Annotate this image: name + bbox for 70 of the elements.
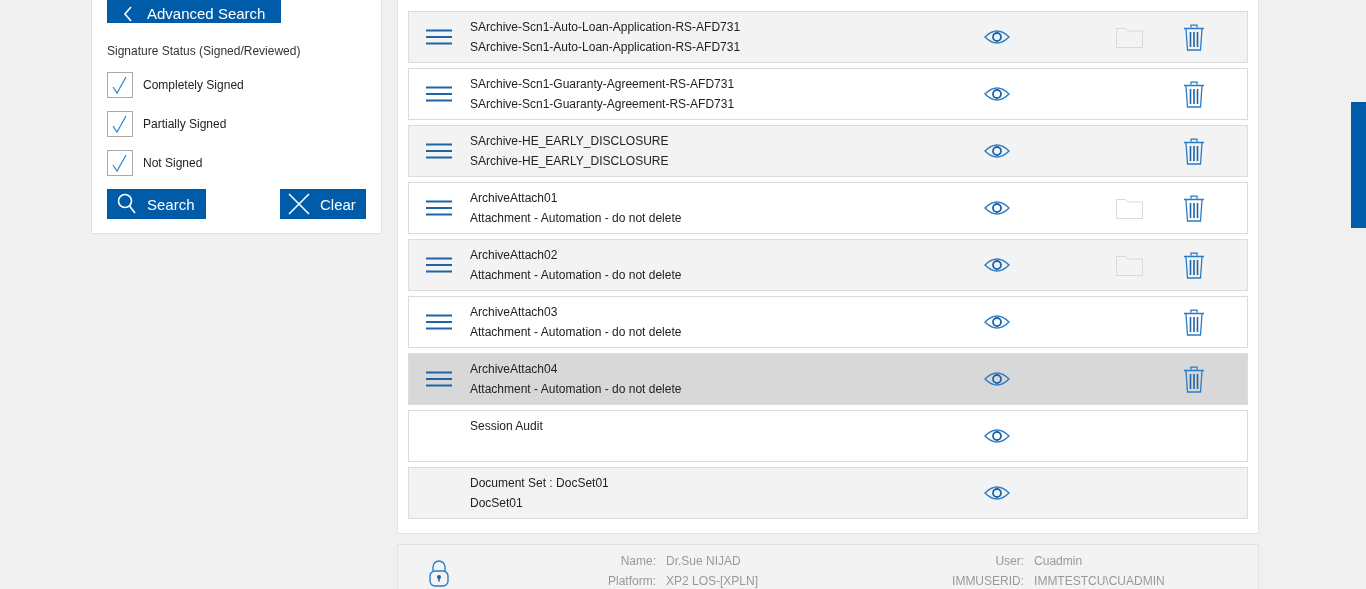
menu-icon[interactable] bbox=[426, 143, 452, 159]
checkbox-label: Partially Signed bbox=[143, 117, 227, 131]
document-title: ArchiveAttach04 bbox=[470, 362, 559, 376]
document-title: SArchive-HE_EARLY_DISCLOSURE bbox=[470, 134, 670, 148]
document-subtitle: Attachment - Automation - do not delete bbox=[470, 325, 683, 339]
document-row[interactable]: ArchiveAttach04 Attachment - Automation - do not delete bbox=[408, 353, 1248, 405]
document-row[interactable]: ArchiveAttach01 Attachment - Automation - do not delete bbox=[408, 182, 1248, 234]
info-value: Dr.Sue NIJAD bbox=[666, 554, 742, 568]
info-value: Cuadmin bbox=[1034, 554, 1084, 568]
trash-icon[interactable] bbox=[1183, 365, 1205, 393]
advanced-search-button[interactable]: Advanced Search bbox=[107, 0, 281, 23]
search-button[interactable]: Search bbox=[107, 189, 206, 219]
document-subtitle: SArchive-Scn1-Guaranty-Agreement-RS-AFD731 bbox=[470, 97, 736, 111]
checkbox[interactable] bbox=[107, 72, 133, 98]
document-subtitle: Attachment - Automation - do not delete bbox=[470, 211, 683, 225]
menu-icon[interactable] bbox=[426, 200, 452, 216]
document-subtitle: Attachment - Automation - do not delete bbox=[470, 268, 683, 282]
document-row[interactable]: SArchive-Scn1-Auto-Loan-Application-RS-AFD731 SArchive-Scn1-Auto-Loan-Application-RS-AFD731 bbox=[408, 11, 1248, 63]
document-row[interactable]: Session Audit bbox=[408, 410, 1248, 462]
eye-icon[interactable] bbox=[984, 428, 1010, 444]
eye-icon[interactable] bbox=[984, 86, 1010, 102]
document-row[interactable]: SArchive-Scn1-Guaranty-Agreement-RS-AFD731 SArchive-Scn1-Guaranty-Agreement-RS-AFD731 bbox=[408, 68, 1248, 120]
menu-icon[interactable] bbox=[426, 29, 452, 45]
document-title: Session Audit bbox=[470, 419, 544, 433]
menu-icon[interactable] bbox=[426, 314, 452, 330]
eye-icon[interactable] bbox=[984, 257, 1010, 273]
document-title: SArchive-Scn1-Auto-Loan-Application-RS-AFD731 bbox=[470, 20, 742, 34]
checkbox[interactable] bbox=[107, 150, 133, 176]
checkbox-label: Completely Signed bbox=[143, 78, 244, 92]
document-title: SArchive-Scn1-Guaranty-Agreement-RS-AFD731 bbox=[470, 77, 736, 91]
document-row[interactable]: SArchive-HE_EARLY_DISCLOSURE SArchive-HE_EARLY_DISCLOSURE bbox=[408, 125, 1248, 177]
lock-icon bbox=[429, 560, 449, 587]
eye-icon[interactable] bbox=[984, 485, 1010, 501]
eye-icon[interactable] bbox=[984, 200, 1010, 216]
checkbox[interactable] bbox=[107, 111, 133, 137]
document-row[interactable]: Document Set : DocSet01 DocSet01 bbox=[408, 467, 1248, 519]
eye-icon[interactable] bbox=[984, 314, 1010, 330]
document-row[interactable]: ArchiveAttach03 Attachment - Automation - do not delete bbox=[408, 296, 1248, 348]
document-title: ArchiveAttach02 bbox=[470, 248, 559, 262]
back-icon bbox=[123, 6, 133, 22]
document-row[interactable]: ArchiveAttach02 Attachment - Automation - do not delete bbox=[408, 239, 1248, 291]
close-icon bbox=[288, 193, 310, 215]
eye-icon[interactable] bbox=[984, 371, 1010, 387]
checkbox-label: Not Signed bbox=[143, 156, 203, 170]
trash-icon[interactable] bbox=[1183, 194, 1205, 222]
trash-icon[interactable] bbox=[1183, 251, 1205, 279]
signature-status-label: Signature Status (Signed/Reviewed) bbox=[107, 44, 302, 58]
document-subtitle: SArchive-Scn1-Auto-Loan-Application-RS-AFD731 bbox=[470, 40, 742, 54]
eye-icon[interactable] bbox=[984, 143, 1010, 159]
info-label: Platform: bbox=[607, 574, 656, 588]
menu-icon[interactable] bbox=[426, 86, 452, 102]
document-title: Document Set : DocSet01 bbox=[470, 476, 610, 490]
info-value: XP2 LOS-[XPLN] bbox=[666, 574, 759, 588]
trash-icon[interactable] bbox=[1183, 308, 1205, 336]
info-label: User: bbox=[994, 554, 1025, 568]
eye-icon[interactable] bbox=[984, 29, 1010, 45]
trash-icon[interactable] bbox=[1183, 137, 1205, 165]
document-subtitle: DocSet01 bbox=[470, 496, 524, 510]
trash-icon[interactable] bbox=[1183, 23, 1205, 51]
document-title: ArchiveAttach03 bbox=[470, 305, 559, 319]
document-subtitle: SArchive-HE_EARLY_DISCLOSURE bbox=[470, 154, 670, 168]
search-icon bbox=[117, 193, 137, 215]
document-title: ArchiveAttach01 bbox=[470, 191, 559, 205]
info-value: IMMTESTCU\CUADMIN bbox=[1034, 574, 1165, 588]
clear-button[interactable]: Clear bbox=[280, 189, 366, 219]
trash-icon[interactable] bbox=[1183, 80, 1205, 108]
info-label: Name: bbox=[619, 554, 656, 568]
menu-icon[interactable] bbox=[426, 257, 452, 273]
menu-icon[interactable] bbox=[426, 371, 452, 387]
document-subtitle: Attachment - Automation - do not delete bbox=[470, 382, 683, 396]
